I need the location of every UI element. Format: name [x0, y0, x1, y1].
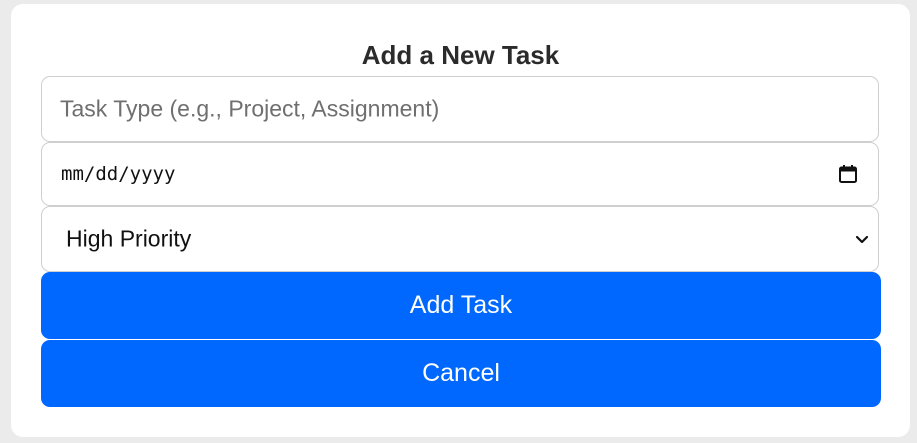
chevron-down-icon	[855, 235, 869, 244]
priority-select[interactable]: High Priority	[41, 206, 879, 272]
priority-selected-value: High Priority	[66, 225, 192, 252]
add-task-button[interactable]: Add Task	[41, 272, 881, 339]
form-title: Add a New Task	[361, 40, 560, 70]
cancel-button[interactable]: Cancel	[41, 340, 881, 407]
due-date-placeholder: mm/dd/yyyy	[61, 163, 176, 185]
due-date-input[interactable]: mm/dd/yyyy	[41, 142, 879, 206]
task-type-placeholder: Task Type (e.g., Project, Assignment)	[60, 95, 440, 122]
task-type-input[interactable]: Task Type (e.g., Project, Assignment)	[41, 76, 879, 142]
add-task-card: Add a New Task Task Type (e.g., Project,…	[11, 4, 910, 437]
calendar-icon[interactable]	[838, 164, 858, 184]
